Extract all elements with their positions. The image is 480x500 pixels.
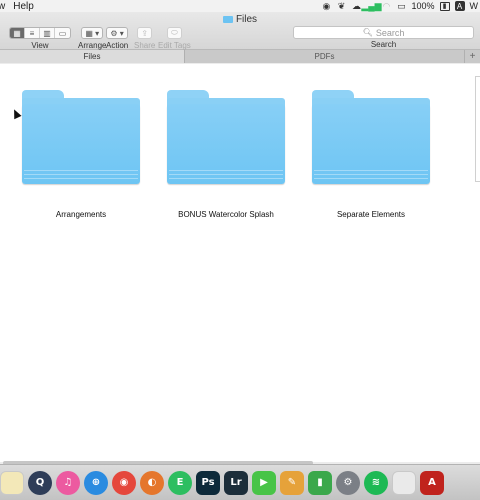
battery-percent: 100% [411, 1, 435, 11]
window-title: Files [0, 14, 480, 25]
tag-icon: ⬭ [170, 28, 178, 37]
share-group: ⇪ Share [134, 27, 155, 50]
folder-name: BONUS Watercolor Splash [178, 210, 274, 219]
menu-item-clipped[interactable]: W [470, 1, 479, 11]
folder-icon [222, 16, 233, 23]
itunes-icon[interactable]: ♫ [56, 470, 80, 495]
system-preferences-icon[interactable]: ⚙ [336, 470, 360, 495]
battery-icon[interactable]: ▮ [439, 1, 450, 11]
lightroom-icon[interactable]: Lr [224, 470, 248, 495]
firefox-icon[interactable]: ◐ [140, 470, 164, 495]
folder-icon [312, 90, 430, 184]
column-view-icon[interactable]: ▥ [40, 28, 55, 38]
edit-tags-button[interactable]: ⬭ [166, 27, 182, 39]
action-group: ⚙ ▾ Action [106, 27, 128, 50]
quicktime-icon[interactable]: Q [28, 470, 52, 495]
photoshop-icon[interactable]: Ps [196, 470, 220, 495]
creative-cloud-icon[interactable]: ☁ [351, 1, 361, 11]
evernote-icon[interactable]: ❦ [336, 1, 346, 11]
folder-name: Separate Elements [336, 210, 406, 219]
folder-icon [22, 90, 140, 184]
notes-icon[interactable] [0, 470, 24, 495]
folder-name: Arrangements [55, 210, 107, 219]
finder-toolbar: Files ▦ ≡ ▥ ▭ View ▦ ▾ Arrange ⚙ ▾ Actio… [0, 12, 480, 50]
signal-icon[interactable]: ▂▄▆ [361, 1, 381, 11]
icon-view-icon[interactable]: ▦ [10, 28, 25, 38]
record-icon[interactable]: ◉ [321, 1, 331, 11]
acrobat-icon[interactable]: A [420, 470, 444, 495]
search-label: Search [370, 40, 397, 49]
arrange-icon: ▦ ▾ [85, 28, 100, 38]
action-button[interactable]: ⚙ ▾ [106, 27, 128, 39]
action-label: Action [106, 41, 129, 50]
share-icon: ⇪ [141, 28, 149, 38]
search-input[interactable]: 🔍︎ Search [293, 26, 474, 39]
dock: Q ♫ ⊕ ◉ ◐ E Ps Lr ▶ ✎ ▮ ⚙ ≋ A [0, 464, 480, 500]
tab-files[interactable]: Files [0, 50, 185, 63]
arrange-label: Arrange [78, 41, 107, 50]
tab-bar: Files PDFs + [0, 50, 480, 63]
chrome-icon[interactable]: ◉ [112, 470, 136, 495]
folder-item[interactable]: BONUS Watercolor Splash [153, 90, 299, 219]
search-icon: 🔍︎ [362, 28, 373, 37]
menu-item-help[interactable]: Help [13, 1, 44, 12]
edit-tags-group: ⬭ Edit Tags [158, 27, 191, 50]
facetime-icon[interactable]: ▶ [252, 470, 276, 495]
share-button[interactable]: ⇪ [137, 27, 153, 39]
window-title-text: Files [235, 14, 258, 25]
cover-flow-icon[interactable]: ▭ [55, 28, 70, 38]
folder-item[interactable]: Arrangements [8, 90, 154, 219]
tab-pdfs[interactable]: PDFs [185, 50, 464, 63]
menu-extras: ◉ ❦ ☁ ▂▄▆ ◠ ▭ 100% ▮ A W [321, 0, 480, 12]
folder-icon [167, 90, 285, 184]
numbers-icon[interactable]: ▮ [308, 470, 332, 495]
share-label: Share [134, 41, 156, 50]
airplay-icon[interactable]: ▭ [396, 1, 406, 11]
safari-icon[interactable]: ⊕ [84, 470, 108, 495]
list-view-icon[interactable]: ≡ [25, 28, 40, 38]
input-source-icon[interactable]: A [454, 1, 465, 11]
file-browser: Arrangements BONUS Watercolor Splash Sep… [0, 64, 480, 465]
arrange-button[interactable]: ▦ ▾ [81, 27, 104, 39]
document-icon[interactable] [392, 470, 416, 495]
photo-editor-icon[interactable]: ✎ [280, 470, 304, 495]
folder-item[interactable]: Separate Elements [298, 90, 444, 219]
wifi-icon[interactable]: ◠ [381, 1, 391, 11]
search-placeholder: Search [375, 27, 405, 38]
spotify-icon[interactable]: ≋ [364, 470, 388, 495]
edit-tags-label: Edit Tags [158, 41, 191, 50]
view-label: View [31, 41, 49, 50]
view-mode-control: ▦ ≡ ▥ ▭ [9, 27, 71, 39]
gear-icon: ⚙ ▾ [110, 28, 124, 38]
evernote-icon[interactable]: E [168, 470, 192, 495]
new-tab-button[interactable]: + [464, 50, 480, 63]
arrange-group: ▦ ▾ Arrange [78, 27, 106, 50]
menu-bar: w Help ◉ ❦ ☁ ▂▄▆ ◠ ▭ 100% ▮ A W [0, 0, 480, 12]
view-group: ▦ ≡ ▥ ▭ View [9, 27, 71, 50]
clipped-item-edge [475, 76, 480, 182]
